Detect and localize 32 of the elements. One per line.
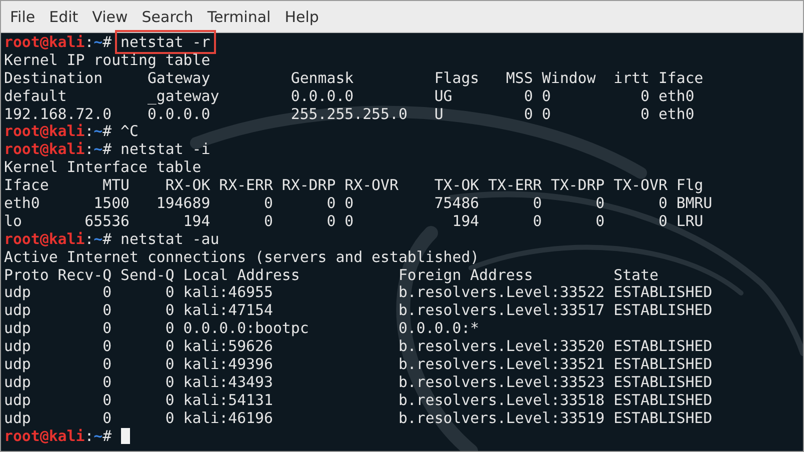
menu-item[interactable]: Search [134,6,200,28]
menu-item[interactable]: Help [278,6,326,28]
menu-item[interactable]: Edit [42,6,86,28]
output-line: udp 0 0 kali:43493 b.resolvers.Level:33523 ESTABLISHED [4,372,712,391]
menu-item[interactable]: File [3,6,42,28]
output-line: udp 0 0 kali:54131 b.resolvers.Level:33518 ESTABLISHED [4,390,712,409]
highlighted-command: netstat -r [114,30,216,54]
menu-item[interactable]: View [85,6,135,28]
command-text: ^C [120,122,138,140]
output-line: udp 0 0 kali:46955 b.resolvers.Level:33522 ESTABLISHED [4,283,712,302]
shell-prompt: root@kali:~# [4,122,112,140]
output-line: eth0 1500 194689 0 0 0 75486 0 0 0 BMRU [4,194,712,212]
output-line: Active Internet connections (servers and established) [4,248,480,266]
output-line: udp 0 0 0.0.0.0:bootpc 0.0.0.0:* [4,319,480,338]
output-line: udp 0 0 kali:59626 b.resolvers.Level:33520 ESTABLISHED [4,337,712,356]
output-line: 192.168.72.0 0.0.0.0 255.255.255.0 U 0 0 0 eth0 [4,104,694,123]
output-line: lo 65536 194 0 0 0 194 0 0 0 LRU [4,212,704,230]
shell-prompt: root@kali:~# [4,140,112,158]
output-line: Kernel Interface table [4,158,202,176]
shell-prompt: root@kali:~# [4,230,112,248]
output-line: default _gateway 0.0.0.0 UG 0 0 0 eth0 [4,86,694,105]
output-line: udp 0 0 kali:46196 b.resolvers.Level:33519 ESTABLISHED [4,408,712,427]
menu-item[interactable]: Terminal [200,6,278,28]
output-line: Iface MTU RX-OK RX-ERR RX-DRP RX-OVR TX-OK TX-ERR TX-DRP TX-OVR Flg [4,176,704,194]
output-line: Proto Recv-Q Send-Q Local Address Foreign Address State [4,266,658,284]
output-line: Destination Gateway Genmask Flags MSS Window irtt Iface [4,68,704,87]
command-text: netstat -i [120,140,210,158]
shell-prompt: root@kali:~# [4,426,112,445]
output-line: udp 0 0 kali:49396 b.resolvers.Level:33521 ESTABLISHED [4,355,712,374]
output-line: udp 0 0 kali:47154 b.resolvers.Level:33517 ESTABLISHED [4,301,712,320]
shell-prompt: root@kali:~# [4,33,112,51]
command-text: netstat -au [120,230,220,248]
